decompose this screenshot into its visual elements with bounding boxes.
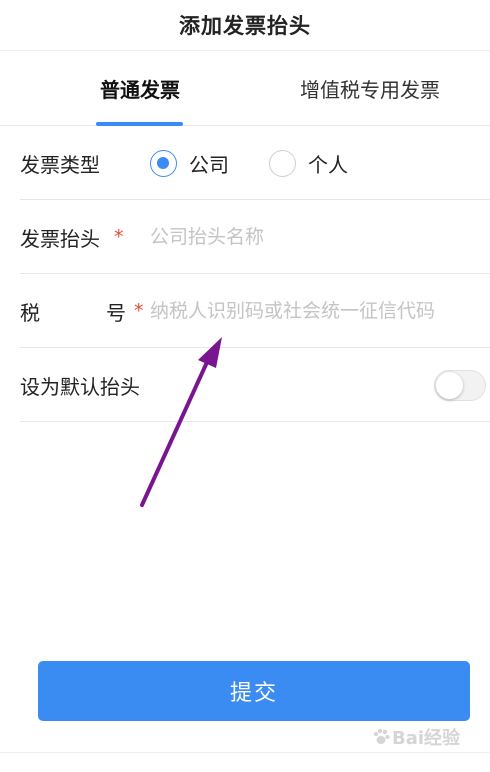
radio-personal-label: 个人 [308,152,348,177]
required-mark: * [114,226,124,248]
tax-number-row: 税 号 * [20,274,490,348]
invoice-title-input[interactable] [150,217,490,257]
submit-button[interactable]: 提交 [38,661,470,721]
invoice-type-row: 发票类型 公司 个人 [20,126,490,200]
radio-checked-icon [150,149,177,177]
watermark-logo: Bai经验 [372,719,482,755]
invoice-tabs: 普通发票 增值税专用发票 [0,51,490,126]
radio-personal[interactable]: 个人 [269,149,348,178]
radio-unchecked-icon [269,149,296,177]
radio-company-label: 公司 [189,152,229,177]
invoice-title-row: 发票抬头 * [20,200,490,274]
radio-company[interactable]: 公司 [150,149,229,178]
toggle-knob [436,372,463,399]
required-mark: * [134,300,144,322]
tax-number-label: 税 号 [20,274,126,348]
tab-normal-invoice[interactable]: 普通发票 [60,51,220,126]
invoice-title-label: 发票抬头 [20,226,100,251]
invoice-type-radio-group: 公司 个人 [150,126,388,200]
tab-vat-invoice[interactable]: 增值税专用发票 [280,51,460,126]
watermark-text: Bai经验 [392,728,461,749]
page-title: 添加发票抬头 [179,14,311,38]
paw-icon [373,728,390,744]
default-title-row: 设为默认抬头 [20,348,490,422]
tax-number-label-left: 税 [20,300,40,325]
default-title-toggle[interactable] [434,370,486,401]
add-invoice-title-page: 添加发票抬头 普通发票 增值税专用发票 发票类型 公司 个人 发票抬头 * 税 … [0,0,490,772]
header: 添加发票抬头 [0,0,490,51]
tax-number-label-right: 号 [106,300,126,325]
default-title-label: 设为默认抬头 [20,374,140,399]
invoice-type-label: 发票类型 [20,152,100,177]
tax-number-input[interactable] [150,291,490,331]
